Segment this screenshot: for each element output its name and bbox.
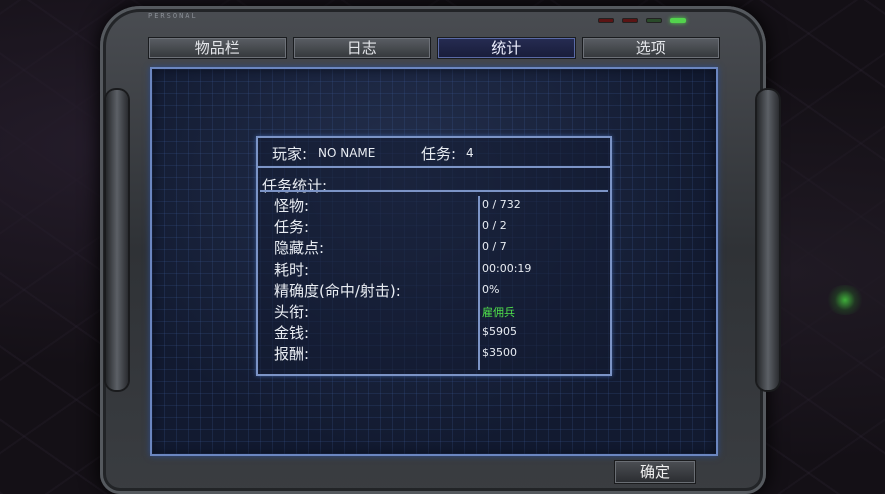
- stat-label-missions: 任务:: [274, 218, 310, 236]
- stat-value-missions: 0 / 2: [482, 219, 507, 232]
- tab-statistics[interactable]: 统计: [437, 37, 576, 59]
- tab-log[interactable]: 日志: [292, 37, 431, 59]
- player-label: 玩家:: [272, 145, 308, 163]
- pda-right-handle: [757, 90, 779, 390]
- stat-value-money: $5905: [482, 325, 517, 338]
- stat-label-accuracy: 精确度(命中/射击):: [274, 282, 401, 300]
- stat-label-time: 耗时:: [274, 261, 310, 279]
- stats-divider: [260, 190, 608, 192]
- green-light-glow: [825, 285, 865, 315]
- stat-label-money: 金钱:: [274, 324, 310, 342]
- pda-brand-emboss: PERSONAL: [148, 12, 198, 20]
- stats-heading: 任务统计:: [262, 177, 328, 195]
- stat-label-title: 头衔:: [274, 303, 310, 321]
- player-name: NO NAME: [318, 146, 376, 160]
- stat-label-secrets: 隐藏点:: [274, 239, 325, 257]
- tab-bar: 物品栏 日志 统计 选项: [148, 37, 720, 59]
- stat-label-reward: 报酬:: [274, 345, 310, 363]
- mission-label: 任务:: [421, 145, 457, 163]
- confirm-button[interactable]: 确定: [614, 460, 696, 484]
- stat-label-monsters: 怪物:: [274, 197, 310, 215]
- status-light-red: [598, 18, 614, 23]
- stats-panel: 玩家: NO NAME 任务: 4 任务统计: 怪物: 0 / 732 任务: …: [256, 136, 612, 376]
- stat-value-monsters: 0 / 732: [482, 198, 521, 211]
- stat-value-reward: $3500: [482, 346, 517, 359]
- status-light-red: [622, 18, 638, 23]
- stat-value-time: 00:00:19: [482, 262, 532, 275]
- tab-options[interactable]: 选项: [581, 37, 720, 59]
- pda-left-handle: [106, 90, 128, 390]
- status-light-green-on: [670, 18, 686, 23]
- tab-inventory[interactable]: 物品栏: [148, 37, 287, 59]
- stat-value-accuracy: 0%: [482, 283, 500, 296]
- status-lights: [598, 18, 686, 23]
- stats-column-divider: [478, 196, 480, 370]
- stat-value-title: 雇佣兵: [482, 306, 515, 319]
- status-light-green: [646, 18, 662, 23]
- stat-value-secrets: 0 / 7: [482, 240, 507, 253]
- mission-number: 4: [466, 146, 474, 160]
